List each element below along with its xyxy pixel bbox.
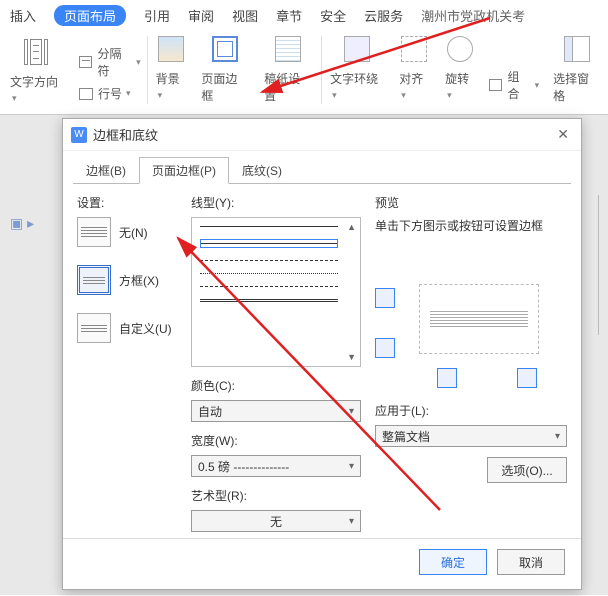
linetype-label: 线型(Y): bbox=[191, 194, 361, 211]
tab-insert[interactable]: 插入 bbox=[10, 6, 36, 26]
scroll-up-icon[interactable]: ▲ bbox=[347, 222, 356, 232]
dialog-title-text: 边框和底纹 bbox=[93, 125, 158, 144]
group-menu[interactable]: 组合 bbox=[489, 68, 539, 102]
edge-right-button[interactable] bbox=[517, 368, 537, 388]
text-wrap-button[interactable]: 文字环绕 bbox=[322, 36, 391, 104]
nav-marker-icon: ▣ ▸ bbox=[10, 215, 34, 232]
setting-box[interactable]: 方框(X) bbox=[77, 265, 177, 295]
tab-review[interactable]: 审阅 bbox=[188, 6, 214, 26]
width-combo[interactable]: 0.5 磅 -------------- bbox=[191, 455, 361, 477]
borders-shading-dialog: W 边框和底纹 ✕ 边框(B) 页面边框(P) 底纹(S) 设置: 无(N) 方… bbox=[62, 118, 582, 590]
edge-bottom-button[interactable] bbox=[375, 338, 395, 358]
app-icon: W bbox=[71, 127, 87, 143]
rotate-button[interactable]: 旋转 bbox=[437, 36, 483, 104]
breaks-menu[interactable]: 分隔符 bbox=[79, 45, 141, 79]
tab-border[interactable]: 边框(B) bbox=[73, 157, 139, 184]
preview-hint: 单击下方图示或按钮可设置边框 bbox=[375, 217, 567, 234]
line-numbers-menu[interactable]: 行号 bbox=[79, 85, 141, 102]
paper-setup-button[interactable]: 稿纸设置 bbox=[256, 36, 322, 104]
page-border-button[interactable]: 页面边框 bbox=[193, 36, 256, 104]
tab-section[interactable]: 章节 bbox=[276, 6, 302, 26]
settings-label: 设置: bbox=[77, 194, 177, 211]
dialog-titlebar: W 边框和底纹 ✕ bbox=[63, 119, 581, 151]
tab-security[interactable]: 安全 bbox=[320, 6, 346, 26]
ok-button[interactable]: 确定 bbox=[419, 549, 487, 575]
setting-none[interactable]: 无(N) bbox=[77, 217, 177, 247]
tab-cloud[interactable]: 云服务 bbox=[364, 6, 403, 26]
width-label: 宽度(W): bbox=[191, 432, 361, 449]
art-combo[interactable]: 无 bbox=[191, 510, 361, 532]
linetype-list[interactable]: ▲ ▼ bbox=[191, 217, 361, 367]
tab-page-border[interactable]: 页面边框(P) bbox=[139, 157, 229, 184]
preview-label: 预览 bbox=[375, 194, 567, 211]
tab-view[interactable]: 视图 bbox=[232, 6, 258, 26]
doc-title-fragment: 潮州市党政机关考 bbox=[421, 6, 525, 26]
apply-label: 应用于(L): bbox=[375, 402, 567, 419]
cancel-button[interactable]: 取消 bbox=[497, 549, 565, 575]
tab-references[interactable]: 引用 bbox=[144, 6, 170, 26]
color-combo[interactable]: 自动 bbox=[191, 400, 361, 422]
background-button[interactable]: 背景 bbox=[148, 36, 194, 104]
edge-left-button[interactable] bbox=[437, 368, 457, 388]
ribbon-toolbar: 文字方向 分隔符 行号 背景 页面边框 稿纸设置 文字环绕 对齐 旋转 组合 选… bbox=[0, 30, 608, 115]
scroll-down-icon[interactable]: ▼ bbox=[347, 352, 356, 362]
setting-custom[interactable]: 自定义(U) bbox=[77, 313, 177, 343]
options-button[interactable]: 选项(O)... bbox=[487, 457, 567, 483]
close-icon[interactable]: ✕ bbox=[553, 126, 573, 143]
tab-shading[interactable]: 底纹(S) bbox=[229, 157, 295, 184]
tab-page-layout[interactable]: 页面布局 bbox=[54, 5, 126, 26]
selection-pane-button[interactable]: 选择窗格 bbox=[545, 36, 608, 104]
art-label: 艺术型(R): bbox=[191, 487, 361, 504]
color-label: 颜色(C): bbox=[191, 377, 361, 394]
align-button[interactable]: 对齐 bbox=[391, 36, 437, 104]
ribbon-tabs: 插入 页面布局 引用 审阅 视图 章节 安全 云服务 潮州市党政机关考 bbox=[0, 0, 608, 30]
text-direction-button[interactable]: 文字方向 bbox=[2, 39, 71, 104]
apply-combo[interactable]: 整篇文档 bbox=[375, 425, 567, 447]
edge-top-button[interactable] bbox=[375, 288, 395, 308]
preview-canvas[interactable] bbox=[419, 284, 539, 354]
page-edge bbox=[598, 195, 608, 335]
